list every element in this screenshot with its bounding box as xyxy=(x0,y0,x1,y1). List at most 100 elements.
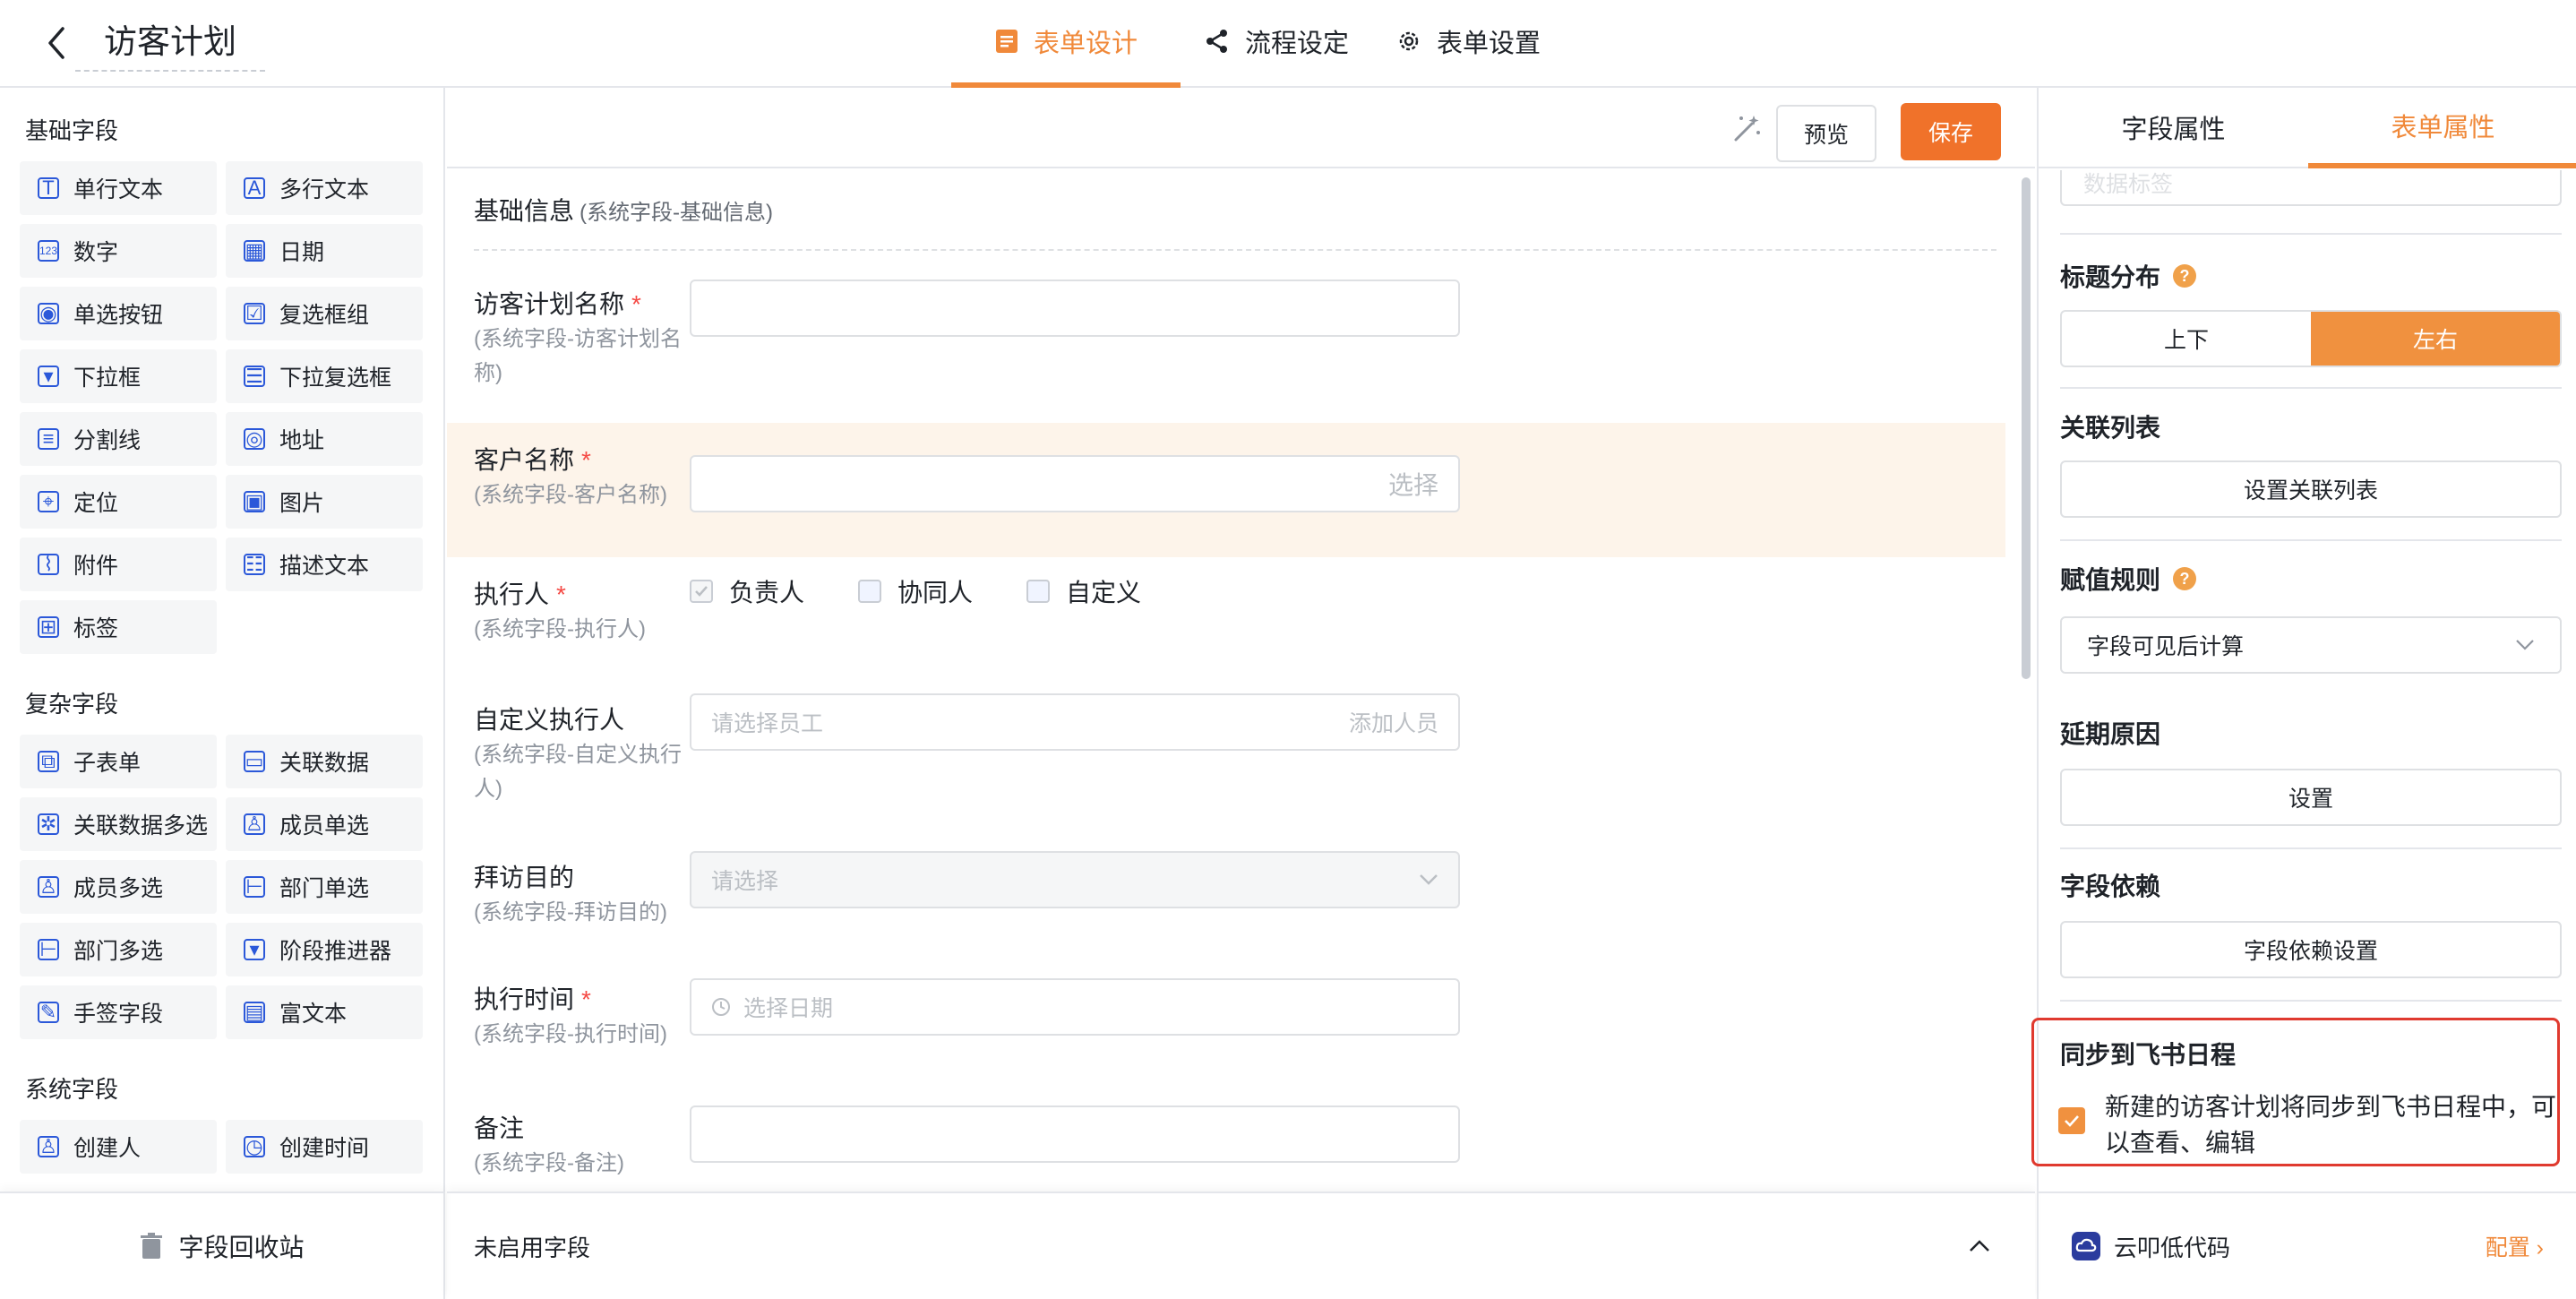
field-chip[interactable]: ⌇ 附件 xyxy=(20,538,217,591)
help-icon[interactable]: ? xyxy=(2173,264,2197,288)
customer-name-input[interactable]: 选择 xyxy=(690,455,1460,512)
divider xyxy=(2060,539,2562,541)
field-chip[interactable]: ▭ 关联数据 xyxy=(226,735,423,788)
field-chip[interactable]: ✎ 手签字段 xyxy=(20,985,217,1039)
field-chip[interactable]: ⊞ 标签 xyxy=(20,600,217,654)
basic-field-grid: T 单行文本 A 多行文本 123 数字 ▦ 日期 ◉ 单选按钮 ☑ 复选框组 ▾ 下拉框 ☰ 下拉复选框 ≡ 分… xyxy=(20,161,423,654)
field-chip[interactable]: A 多行文本 xyxy=(226,161,423,215)
chevron-up-icon[interactable] xyxy=(1969,1240,1990,1252)
label-text: 赋值规则 xyxy=(2060,566,2161,594)
field-chip[interactable]: ✲ 关联数据多选 xyxy=(20,797,217,851)
checkbox[interactable] xyxy=(690,580,713,603)
tab-form-properties[interactable]: 表单属性 xyxy=(2308,88,2576,168)
trash-icon xyxy=(141,1233,163,1259)
visit-plan-name-input[interactable] xyxy=(690,280,1460,337)
delay-reason-settings-button[interactable]: 设置 xyxy=(2060,769,2562,826)
execute-time-picker[interactable]: 选择日期 xyxy=(690,978,1460,1036)
tab-field-properties[interactable]: 字段属性 xyxy=(2039,88,2308,168)
field-chip[interactable]: ⊢ 部门单选 xyxy=(226,860,423,914)
required-mark: * xyxy=(631,290,641,318)
field-chip[interactable]: ☷ 描述文本 xyxy=(226,538,423,591)
checkbox-owner[interactable]: 负责人 xyxy=(690,573,804,609)
magic-wand-icon[interactable] xyxy=(1732,113,1763,143)
tab-process[interactable]: 流程设定 xyxy=(1181,0,1372,88)
field-type-icon: ▦ xyxy=(244,239,265,262)
layout-option-horizontal[interactable]: 左右 xyxy=(2311,312,2560,366)
field-chip-label: 关联数据 xyxy=(279,751,370,776)
field-subtitle: (系统字段-执行时间) xyxy=(474,1022,667,1046)
custom-executor-input[interactable]: 请选择员工 添加人员 xyxy=(690,693,1460,751)
field-chip[interactable]: ≡ 分割线 xyxy=(20,412,217,466)
tab-form-design[interactable]: 表单设计 xyxy=(951,0,1181,88)
field-chip[interactable]: ☑ 复选框组 xyxy=(226,287,423,340)
field-chip-label: 创建时间 xyxy=(279,1136,370,1161)
field-chip[interactable]: ♙ 创建人 xyxy=(20,1120,217,1174)
checkbox[interactable] xyxy=(858,580,882,603)
field-chip[interactable]: ▤ 富文本 xyxy=(226,985,423,1039)
save-button[interactable]: 保存 xyxy=(1901,103,2001,160)
field-chip[interactable]: ⧉ 子表单 xyxy=(20,735,217,788)
set-related-list-button[interactable]: 设置关联列表 xyxy=(2060,460,2562,518)
form-icon xyxy=(996,30,1018,53)
field-chip-label: 多行文本 xyxy=(279,177,370,202)
divider xyxy=(2060,1000,2562,1002)
field-chip-label: 创建人 xyxy=(73,1136,142,1161)
page-title[interactable]: 访客计划 xyxy=(75,16,265,72)
visit-purpose-select[interactable]: 请选择 xyxy=(690,851,1460,908)
field-chip-label: 数字 xyxy=(73,240,119,265)
field-chip[interactable]: ◷ 创建时间 xyxy=(226,1120,423,1174)
field-type-icon: ♙ xyxy=(38,875,59,898)
field-type-icon: ☰ xyxy=(244,365,265,387)
brand-label: 云叩低代码 xyxy=(2114,1234,2231,1261)
field-chip[interactable]: T 单行文本 xyxy=(20,161,217,215)
section-title: 基础字段 xyxy=(25,117,119,144)
field-label: 执行时间 xyxy=(474,985,575,1013)
field-type-icon: ⊢ xyxy=(244,875,265,898)
field-chip[interactable]: ▣ 图片 xyxy=(226,475,423,529)
field-chip[interactable]: ⌖ 定位 xyxy=(20,475,217,529)
option-label: 负责人 xyxy=(729,579,805,606)
select-hint: 选择 xyxy=(1387,471,1438,499)
title-layout-segmented[interactable]: 上下 左右 xyxy=(2060,310,2562,367)
back-arrow-icon[interactable] xyxy=(39,22,75,65)
field-chip[interactable]: ▾ 阶段推进器 xyxy=(226,923,423,976)
field-label-group: 备注 (系统字段-备注) xyxy=(474,1111,689,1181)
field-chip[interactable]: ♙ 成员单选 xyxy=(226,797,423,851)
assign-rule-select[interactable]: 字段可见后计算 xyxy=(2060,616,2562,674)
date-placeholder: 选择日期 xyxy=(743,996,834,1021)
checkbox[interactable] xyxy=(1026,580,1051,603)
checkbox-custom[interactable]: 自定义 xyxy=(1026,573,1141,609)
data-tag-input[interactable]: 数据标签 xyxy=(2060,170,2562,206)
field-chip[interactable]: ☰ 下拉复选框 xyxy=(226,349,423,403)
remark-input[interactable] xyxy=(690,1105,1460,1163)
canvas-scrollbar[interactable] xyxy=(2022,177,2031,679)
field-label-group: 客户名称 * (系统字段-客户名称) xyxy=(474,443,689,512)
recycle-bin-button[interactable]: 字段回收站 xyxy=(0,1191,445,1299)
field-type-icon: ♙ xyxy=(244,813,265,835)
field-subtitle: (系统字段-备注) xyxy=(474,1151,624,1175)
flow-icon xyxy=(1206,30,1228,53)
field-chip[interactable]: ▦ 日期 xyxy=(226,224,423,278)
field-chip[interactable]: ♙ 成员多选 xyxy=(20,860,217,914)
field-dependency-button[interactable]: 字段依赖设置 xyxy=(2060,921,2562,978)
section-header: 基础信息 (系统字段-基础信息) xyxy=(474,192,1996,251)
field-chip[interactable]: 123 数字 xyxy=(20,224,217,278)
field-chip[interactable]: ◉ 单选按钮 xyxy=(20,287,217,340)
field-chip[interactable]: ▾ 下拉框 xyxy=(20,349,217,403)
field-type-icon: ✲ xyxy=(38,813,59,835)
tab-label: 表单设置 xyxy=(1437,30,1541,58)
unused-fields-bar[interactable]: 未启用字段 xyxy=(447,1191,2035,1299)
config-link[interactable]: 配置 › xyxy=(2486,1230,2544,1262)
layout-option-vertical[interactable]: 上下 xyxy=(2062,312,2311,366)
preview-button[interactable]: 预览 xyxy=(1776,105,1876,162)
field-chip-label: 成员多选 xyxy=(73,876,164,901)
help-icon[interactable]: ? xyxy=(2173,567,2197,590)
divider xyxy=(2060,387,2562,389)
tab-form-settings[interactable]: 表单设置 xyxy=(1372,0,1564,88)
field-type-icon: ▤ xyxy=(244,1001,265,1023)
field-type-icon: ≡ xyxy=(38,427,59,450)
checkbox-collaborator[interactable]: 协同人 xyxy=(858,573,973,609)
field-chip-label: 图片 xyxy=(279,491,325,516)
field-chip[interactable]: ◎ 地址 xyxy=(226,412,423,466)
field-chip[interactable]: ⊢ 部门多选 xyxy=(20,923,217,976)
